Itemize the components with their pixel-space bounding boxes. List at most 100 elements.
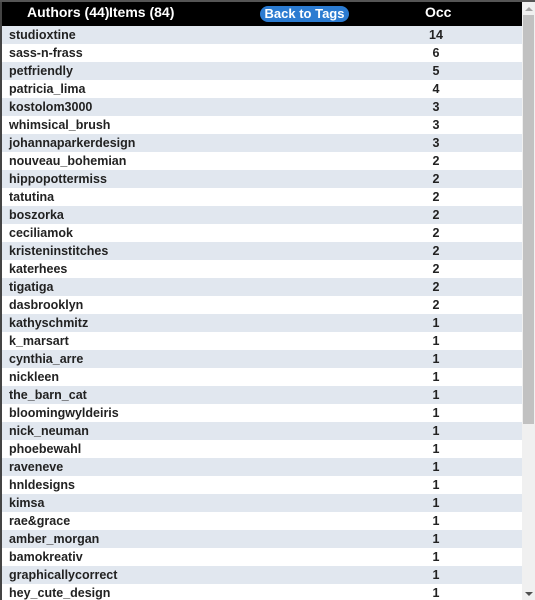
scrollbar-thumb[interactable]: [523, 15, 534, 424]
occurrence-count: 1: [432, 352, 440, 366]
author-name[interactable]: k_marsart: [9, 332, 69, 350]
occurrence-count: 1: [432, 460, 440, 474]
items-tab[interactable]: Items (84): [109, 4, 174, 20]
author-name[interactable]: nouveau_bohemian: [9, 152, 126, 170]
table-row[interactable]: bamokreativ 1: [2, 548, 522, 566]
table-row[interactable]: ceciliamok 2: [2, 224, 522, 242]
occurrence-count: 1: [432, 316, 440, 330]
table-row[interactable]: dasbrooklyn 2: [2, 296, 522, 314]
table-row[interactable]: bloomingwyldeiris 1: [2, 404, 522, 422]
occurrence-count: 2: [432, 208, 440, 222]
table-header: Authors (44) Items (84) Back to Tags Occ: [2, 0, 522, 26]
table-row[interactable]: the_barn_cat 1: [2, 386, 522, 404]
occurrence-count: 5: [432, 64, 440, 78]
occurrence-count: 1: [432, 496, 440, 510]
author-name[interactable]: tigatiga: [9, 278, 53, 296]
scroll-down-arrow-icon[interactable]: [525, 592, 533, 596]
occurrence-count: 1: [432, 514, 440, 528]
author-name[interactable]: rae&grace: [9, 512, 70, 530]
occurrence-count: 2: [432, 244, 440, 258]
table-row[interactable]: patricia_lima 4: [2, 80, 522, 98]
table-row[interactable]: amber_morgan 1: [2, 530, 522, 548]
table-row[interactable]: kathyschmitz 1: [2, 314, 522, 332]
author-name[interactable]: hey_cute_design: [9, 584, 110, 600]
author-name[interactable]: amber_morgan: [9, 530, 99, 548]
table-row[interactable]: nick_neuman 1: [2, 422, 522, 440]
back-to-tags-button[interactable]: Back to Tags: [260, 6, 349, 22]
occurrence-count: 2: [432, 172, 440, 186]
top-border: [0, 0, 535, 2]
author-name[interactable]: raveneve: [9, 458, 63, 476]
occurrence-count: 6: [432, 46, 440, 60]
author-name[interactable]: katerhees: [9, 260, 67, 278]
occurrence-count: 4: [432, 82, 440, 96]
occ-column-header[interactable]: Occ: [425, 4, 451, 20]
author-name[interactable]: bamokreativ: [9, 548, 83, 566]
table-row[interactable]: johannaparkerdesign 3: [2, 134, 522, 152]
occurrence-count: 2: [432, 190, 440, 204]
author-name[interactable]: kimsa: [9, 494, 44, 512]
table-row[interactable]: graphicallycorrect 1: [2, 566, 522, 584]
table-row[interactable]: rae&grace 1: [2, 512, 522, 530]
table-row[interactable]: kristeninstitches 2: [2, 242, 522, 260]
author-name[interactable]: phoebewahl: [9, 440, 81, 458]
table-row[interactable]: nouveau_bohemian 2: [2, 152, 522, 170]
table-row[interactable]: nickleen 1: [2, 368, 522, 386]
table-row[interactable]: whimsical_brush 3: [2, 116, 522, 134]
author-name[interactable]: petfriendly: [9, 62, 73, 80]
table-row[interactable]: studioxtine 14: [2, 26, 522, 44]
occurrence-count: 3: [432, 136, 440, 150]
author-name[interactable]: dasbrooklyn: [9, 296, 83, 314]
author-name[interactable]: nickleen: [9, 368, 59, 386]
scrollbar[interactable]: [522, 2, 535, 600]
author-name[interactable]: ceciliamok: [9, 224, 73, 242]
authors-list: studioxtine 14 sass-n-frass 6 petfriendly 5 pa…: [2, 26, 522, 600]
occurrence-count: 1: [432, 568, 440, 582]
occurrence-count: 2: [432, 226, 440, 240]
author-name[interactable]: the_barn_cat: [9, 386, 87, 404]
author-name[interactable]: johannaparkerdesign: [9, 134, 135, 152]
author-name[interactable]: sass-n-frass: [9, 44, 83, 62]
author-name[interactable]: graphicallycorrect: [9, 566, 117, 584]
occurrence-count: 2: [432, 262, 440, 276]
table-row[interactable]: cynthia_arre 1: [2, 350, 522, 368]
author-name[interactable]: nick_neuman: [9, 422, 89, 440]
author-name[interactable]: kristeninstitches: [9, 242, 108, 260]
table-row[interactable]: boszorka 2: [2, 206, 522, 224]
table-row[interactable]: kimsa 1: [2, 494, 522, 512]
occurrence-count: 1: [432, 406, 440, 420]
scroll-up-arrow-icon[interactable]: [525, 7, 533, 11]
authors-panel: Authors (44) Items (84) Back to Tags Occ…: [0, 0, 522, 600]
occurrence-count: 1: [432, 370, 440, 384]
table-row[interactable]: k_marsart 1: [2, 332, 522, 350]
author-name[interactable]: boszorka: [9, 206, 64, 224]
occurrence-count: 2: [432, 298, 440, 312]
table-row[interactable]: hnldesigns 1: [2, 476, 522, 494]
table-row[interactable]: petfriendly 5: [2, 62, 522, 80]
author-name[interactable]: studioxtine: [9, 26, 76, 44]
occurrence-count: 1: [432, 586, 440, 600]
table-row[interactable]: hippopottermiss 2: [2, 170, 522, 188]
table-row[interactable]: kostolom3000 3: [2, 98, 522, 116]
table-row[interactable]: katerhees 2: [2, 260, 522, 278]
table-row[interactable]: raveneve 1: [2, 458, 522, 476]
author-name[interactable]: hippopottermiss: [9, 170, 107, 188]
table-row[interactable]: hey_cute_design 1: [2, 584, 522, 600]
table-row[interactable]: sass-n-frass 6: [2, 44, 522, 62]
authors-tab[interactable]: Authors (44): [27, 4, 109, 20]
author-name[interactable]: tatutina: [9, 188, 54, 206]
table-row[interactable]: phoebewahl 1: [2, 440, 522, 458]
occurrence-count: 14: [429, 28, 443, 42]
author-name[interactable]: bloomingwyldeiris: [9, 404, 119, 422]
occurrence-count: 1: [432, 424, 440, 438]
occurrence-count: 3: [432, 118, 440, 132]
author-name[interactable]: cynthia_arre: [9, 350, 83, 368]
table-row[interactable]: tatutina 2: [2, 188, 522, 206]
author-name[interactable]: kathyschmitz: [9, 314, 88, 332]
occurrence-count: 2: [432, 280, 440, 294]
author-name[interactable]: whimsical_brush: [9, 116, 110, 134]
author-name[interactable]: kostolom3000: [9, 98, 92, 116]
author-name[interactable]: patricia_lima: [9, 80, 85, 98]
author-name[interactable]: hnldesigns: [9, 476, 75, 494]
table-row[interactable]: tigatiga 2: [2, 278, 522, 296]
